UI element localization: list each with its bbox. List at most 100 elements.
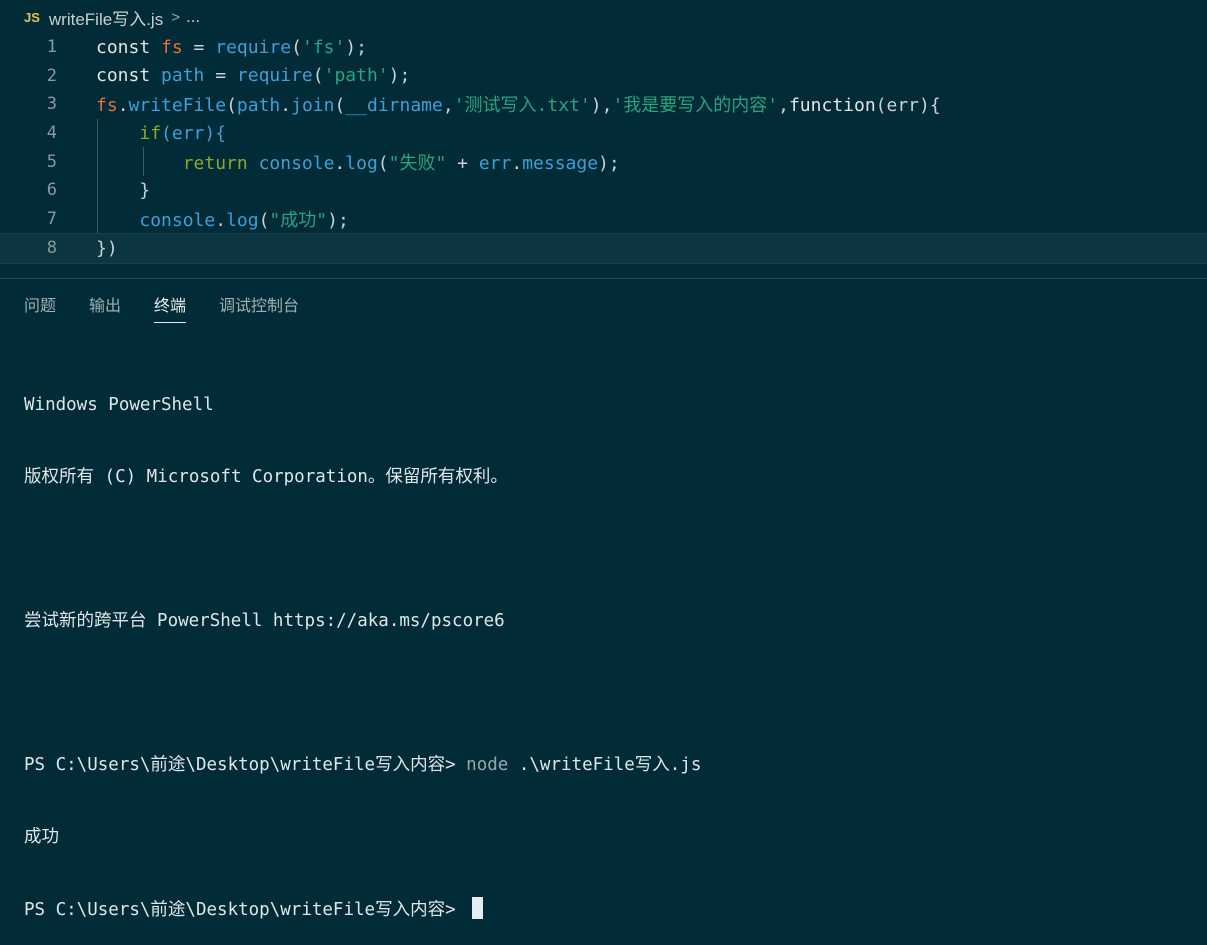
terminal-line: Windows PowerShell — [24, 395, 214, 415]
code-text: }) — [96, 238, 118, 259]
breadcrumb-more[interactable]: ... — [186, 7, 200, 27]
code-token: log — [345, 152, 378, 174]
code-token: , — [442, 95, 454, 117]
code-line[interactable]: 7 console.log("成功"); — [0, 205, 1207, 234]
code-token: ( — [258, 209, 270, 231]
terminal-line: 尝试新的跨平台 PowerShell https://aka.ms/pscore… — [24, 611, 505, 631]
code-token: const — [96, 65, 162, 87]
code-text: const fs = require('fs'); — [96, 37, 367, 58]
code-token: '我是要写入的内容' — [612, 95, 779, 117]
tab-terminal[interactable]: 终端 — [154, 292, 187, 323]
code-token: ); — [345, 36, 367, 58]
code-token: require — [215, 36, 292, 58]
code-token: console — [258, 152, 335, 174]
code-line[interactable]: 5 return console.log("失败" + err.message)… — [0, 147, 1207, 176]
tab-output[interactable]: 输出 — [89, 292, 121, 323]
code-text: } — [96, 180, 150, 201]
code-token: writeFile — [128, 95, 227, 117]
code-token: ), — [590, 95, 613, 117]
code-text: const path = require('path'); — [96, 65, 410, 86]
terminal[interactable]: Windows PowerShell 版权所有 (C) Microsoft Co… — [24, 345, 701, 945]
code-line[interactable]: 6 } — [0, 176, 1207, 205]
code-token: '测试写入.txt' — [453, 95, 591, 117]
terminal-cursor — [472, 897, 484, 919]
breadcrumb: JS writeFile写入.js > ... — [0, 0, 1207, 34]
tab-debug-console[interactable]: 调试控制台 — [219, 292, 299, 323]
line-number: 5 — [46, 151, 57, 172]
line-number: 1 — [46, 37, 57, 58]
code-token: function — [788, 95, 876, 117]
code-token: require — [236, 65, 313, 87]
code-text: console.log("成功"); — [96, 206, 349, 232]
code-token: console — [139, 209, 216, 231]
code-token: ); — [598, 152, 620, 174]
code-token: ( — [334, 95, 346, 117]
terminal-prompt: PS C:\Users\前途\Desktop\writeFile写入内容> — [24, 755, 467, 775]
terminal-command-line: PS C:\Users\前途\Desktop\writeFile写入内容> no… — [24, 753, 701, 777]
line-number: 3 — [46, 94, 57, 115]
code-token: . — [511, 152, 523, 174]
javascript-file-icon: JS — [24, 9, 40, 25]
code-token: ( — [377, 152, 389, 174]
code-token: path — [161, 65, 205, 87]
panel-tabs: 问题 输出 终端 调试控制台 — [24, 292, 332, 323]
code-token: = — [204, 65, 237, 87]
code-token: 'path' — [323, 65, 389, 87]
code-token: ( — [226, 95, 237, 117]
code-token: 'fs' — [301, 36, 346, 58]
code-token: . — [215, 209, 227, 231]
code-line[interactable]: 4 if(err){ — [0, 119, 1207, 148]
code-line[interactable]: 3 fs.writeFile(path.join(__dirname,'测试写入.… — [0, 90, 1207, 119]
code-token: ); — [388, 65, 411, 87]
line-number: 2 — [46, 65, 57, 86]
code-token: + — [446, 152, 479, 174]
panel-divider — [0, 278, 1207, 279]
code-token: . — [117, 95, 129, 117]
code-text: fs.writeFile(path.join(__dirname,'测试写入.t… — [96, 91, 941, 117]
code-editor[interactable]: 1 const fs = require('fs'); 2 const path = … — [0, 33, 1207, 275]
code-token: ( — [312, 65, 324, 87]
line-number: 7 — [46, 208, 57, 229]
terminal-command: node — [466, 755, 509, 775]
code-token: join — [291, 95, 335, 117]
terminal-line: 版权所有 (C) Microsoft Corporation。保留所有权利。 — [24, 467, 508, 487]
code-text: if(err){ — [96, 123, 226, 144]
code-token: }) — [96, 237, 118, 259]
code-line[interactable]: 8}) — [0, 233, 1207, 264]
code-token: log — [226, 209, 259, 231]
code-token: if — [139, 122, 162, 144]
code-token: const — [96, 36, 162, 58]
code-token: err — [478, 152, 512, 174]
code-token: . — [334, 152, 346, 174]
terminal-command-arg: .\writeFile写入.js — [508, 755, 702, 775]
line-number: 4 — [46, 123, 57, 144]
tab-problems[interactable]: 问题 — [24, 292, 56, 323]
breadcrumb-file-name[interactable]: writeFile写入.js — [49, 5, 163, 30]
code-token: = — [182, 36, 216, 58]
terminal-prompt: PS C:\Users\前途\Desktop\writeFile写入内容> — [24, 900, 467, 920]
code-text: return console.log("失败" + err.message); — [96, 149, 620, 175]
code-token: ( — [291, 36, 302, 58]
code-token: , — [778, 95, 789, 117]
chevron-right-icon: > — [171, 8, 180, 26]
code-token: fs — [161, 36, 183, 58]
code-token: path — [236, 95, 281, 117]
code-token: "成功" — [269, 209, 328, 231]
code-line[interactable]: 1 const fs = require('fs'); — [0, 33, 1207, 62]
line-number: 8 — [46, 238, 57, 259]
terminal-output: 成功 — [24, 827, 59, 847]
code-token: . — [280, 95, 292, 117]
code-token: ); — [327, 209, 349, 231]
code-token: __dirname — [345, 95, 443, 117]
code-token: "失败" — [388, 152, 447, 174]
code-token: (err){ — [875, 95, 941, 117]
code-line[interactable]: 2 const path = require('path'); — [0, 62, 1207, 91]
line-number: 6 — [46, 180, 57, 201]
code-token: (err){ — [161, 122, 227, 144]
code-token: return — [182, 152, 259, 174]
